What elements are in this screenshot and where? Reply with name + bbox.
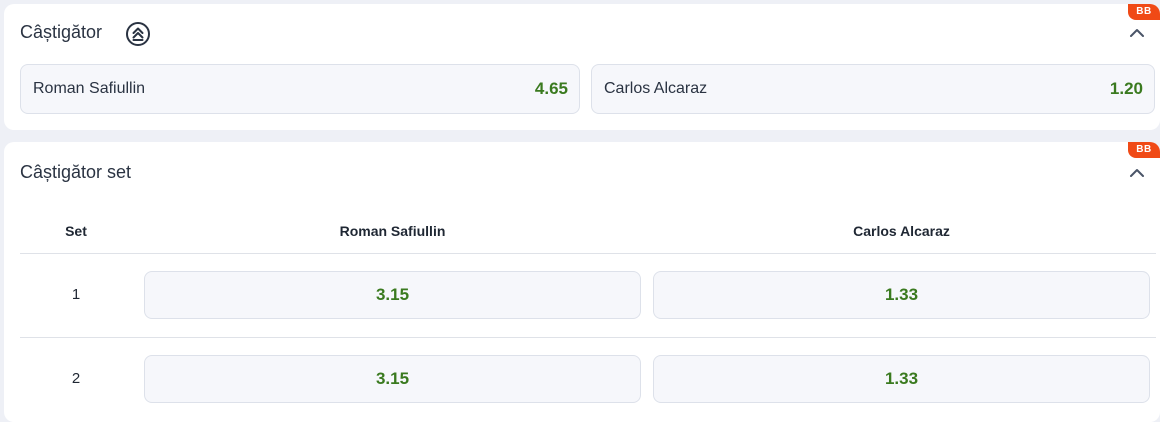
- set-winner-market-card: BB Câștigător set Set Roman Safiullin Ca…: [4, 142, 1160, 422]
- odds-button-player2[interactable]: 1.33: [653, 271, 1150, 319]
- market-title: Câștigător set: [20, 162, 132, 182]
- odds-button-player1[interactable]: 3.15: [144, 355, 641, 403]
- odds-button-player1[interactable]: 3.15: [144, 271, 641, 319]
- column-header-set: Set: [65, 223, 87, 239]
- selection-name: Carlos Alcaraz: [604, 80, 708, 97]
- selection-odds: 1.20: [1109, 79, 1143, 98]
- chevron-up-icon[interactable]: [1128, 164, 1146, 182]
- selection-button-player1[interactable]: Roman Safiullin 4.65: [20, 64, 580, 114]
- row-divider: [20, 253, 1156, 254]
- row-divider: [20, 337, 1156, 338]
- chevron-up-icon[interactable]: [1128, 24, 1146, 42]
- market-title: Câștigător: [20, 22, 103, 42]
- column-header-player1: Roman Safiullin: [339, 223, 446, 239]
- odds-button-player2[interactable]: 1.33: [653, 355, 1150, 403]
- bet-builder-badge: BB: [1128, 142, 1160, 158]
- column-header-player2: Carlos Alcaraz: [853, 223, 950, 239]
- stacked-chevrons-up-icon: [126, 22, 150, 46]
- selection-odds: 4.65: [534, 79, 568, 98]
- set-number: 1: [71, 286, 81, 303]
- selection-button-player2[interactable]: Carlos Alcaraz 1.20: [591, 64, 1155, 114]
- set-number: 2: [71, 370, 81, 387]
- winner-market-card: BB Câștigător Roman Safiullin 4.65 Carlo…: [4, 4, 1160, 130]
- bet-builder-badge: BB: [1128, 4, 1160, 20]
- selection-name: Roman Safiullin: [33, 80, 146, 97]
